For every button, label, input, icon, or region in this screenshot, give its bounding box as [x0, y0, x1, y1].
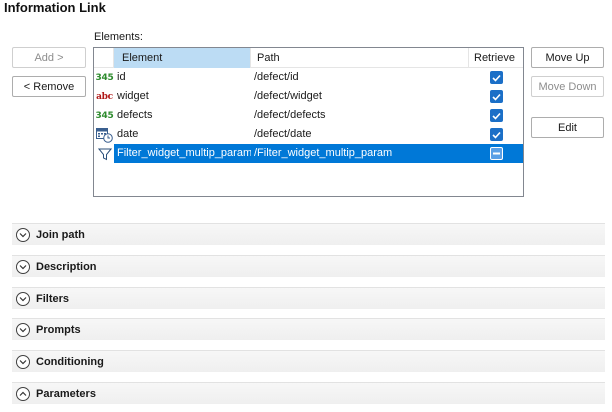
section-description[interactable]: Description [12, 255, 605, 277]
retrieve-cell [469, 125, 523, 144]
elements-grid[interactable]: Element Path Retrieve 345 id /defect/id … [93, 47, 524, 197]
table-row[interactable]: 345 defects /defect/defects [94, 106, 523, 125]
add-button[interactable]: Add > [12, 47, 86, 68]
section-title: Prompts [36, 323, 81, 336]
collapse-chevron-icon[interactable] [16, 386, 30, 401]
retrieve-checkbox[interactable] [489, 90, 503, 103]
move-up-button[interactable]: Move Up [531, 47, 604, 68]
element-cell: defects [117, 109, 153, 121]
elements-label: Elements: [94, 31, 143, 43]
dash-icon [492, 152, 500, 155]
element-cell: date [117, 128, 139, 140]
table-row[interactable]: abc widget /defect/widget [94, 87, 523, 106]
section-prompts[interactable]: Prompts [12, 318, 605, 340]
section-title: Description [36, 260, 97, 273]
section-title: Join path [36, 228, 85, 241]
element-cell: Filter_widget_multip_param [117, 147, 251, 159]
edit-button[interactable]: Edit [531, 117, 604, 138]
expand-chevron-icon[interactable] [16, 259, 30, 274]
path-cell: /Filter_widget_multip_param [254, 147, 393, 159]
table-row[interactable]: 345 id /defect/id [94, 68, 523, 87]
column-header-icon [94, 48, 114, 68]
path-cell: /defect/widget [254, 90, 322, 102]
retrieve-checkbox[interactable] [489, 128, 503, 141]
filter-icon [95, 144, 114, 163]
expand-chevron-icon[interactable] [16, 354, 30, 369]
grid-header: Element Path Retrieve [94, 48, 523, 68]
retrieve-cell [469, 144, 523, 163]
section-join-path[interactable]: Join path [12, 223, 605, 245]
move-down-button[interactable]: Move Down [531, 76, 604, 97]
path-cell: /defect/date [254, 128, 312, 140]
column-header-element[interactable]: Element [114, 48, 251, 68]
checkmark-icon [491, 74, 501, 82]
retrieve-checkbox[interactable] [489, 109, 503, 122]
element-cell: id [117, 71, 126, 83]
integer-icon: 345 [95, 72, 114, 83]
checkmark-icon [491, 112, 501, 120]
checkmark-icon [491, 131, 501, 139]
expand-chevron-icon[interactable] [16, 227, 30, 242]
section-conditioning[interactable]: Conditioning [12, 350, 605, 372]
section-title: Parameters [36, 387, 96, 400]
retrieve-cell [469, 106, 523, 125]
section-title: Conditioning [36, 355, 104, 368]
section-parameters[interactable]: Parameters [12, 382, 605, 404]
table-row-selected[interactable]: Filter_widget_multip_param /Filter_widge… [94, 144, 523, 163]
retrieve-cell [469, 68, 523, 87]
element-cell: widget [117, 90, 149, 102]
expand-chevron-icon[interactable] [16, 291, 30, 306]
column-header-retrieve[interactable]: Retrieve [469, 48, 523, 68]
date-icon [95, 125, 114, 144]
section-filters[interactable]: Filters [12, 287, 605, 309]
retrieve-checkbox-indeterminate[interactable] [489, 147, 503, 160]
page-title: Information Link [4, 0, 106, 15]
checkmark-icon [491, 93, 501, 101]
path-cell: /defect/defects [254, 109, 326, 121]
section-title: Filters [36, 292, 70, 305]
integer-icon: 345 [95, 110, 114, 121]
remove-button[interactable]: < Remove [12, 76, 86, 97]
retrieve-checkbox[interactable] [489, 71, 503, 84]
path-cell: /defect/id [254, 71, 299, 83]
retrieve-cell [469, 87, 523, 106]
expand-chevron-icon[interactable] [16, 322, 30, 337]
column-header-path[interactable]: Path [251, 48, 469, 68]
string-icon: abc [96, 91, 113, 102]
table-row[interactable]: date /defect/date [94, 125, 523, 144]
